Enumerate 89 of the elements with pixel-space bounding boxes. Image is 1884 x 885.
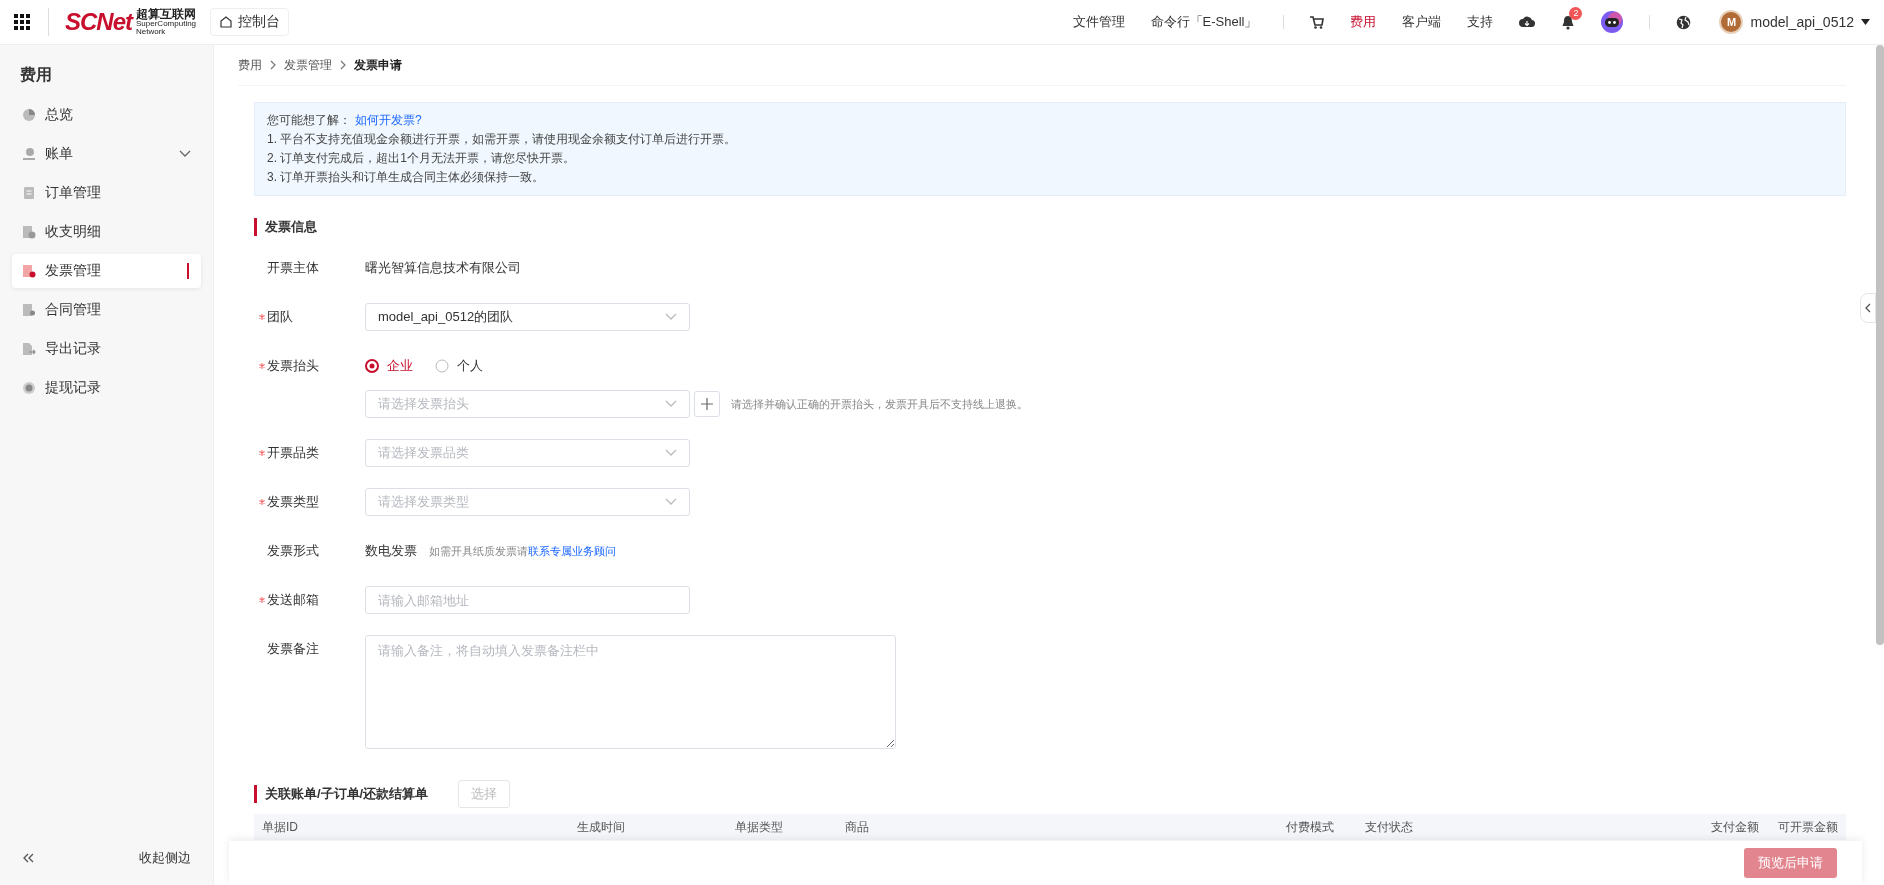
sidebar-item[interactable]: 提现记录 [12, 371, 201, 405]
pie-chart-icon [22, 108, 36, 122]
email-field[interactable]: 请输入邮箱地址 [365, 586, 690, 614]
chevron-down-icon [665, 449, 677, 457]
chevron-down-icon [665, 498, 677, 506]
nav-link[interactable]: 客户端 [1402, 13, 1442, 31]
caret-down-icon [1861, 19, 1870, 25]
sidebar-item[interactable]: 合同管理 [12, 293, 201, 327]
help-link[interactable]: 如何开发票? [355, 113, 422, 127]
hint-text: 如需开具纸质发票请 [429, 544, 528, 557]
invoice-icon [22, 264, 36, 278]
field-label: 开票主体 [267, 259, 320, 277]
notice-lead: 您可能想了解： [267, 113, 351, 127]
radio-unchecked-icon [435, 359, 449, 373]
column-header: 商品 [845, 818, 871, 836]
contact-link[interactable]: 联系专属业务顾问 [528, 544, 616, 557]
select-field[interactable]: model_api_0512的团队 [365, 303, 690, 331]
scrollbar[interactable] [1876, 45, 1884, 645]
logo-name: 超算互联网 [136, 8, 197, 20]
logo-tagline: Network [136, 28, 166, 36]
field-label: 发票形式 [267, 542, 320, 560]
sidebar-item[interactable]: 订单管理 [12, 176, 201, 210]
contract-icon [22, 303, 36, 317]
document-icon [22, 225, 36, 239]
sidebar-title: 费用 [19, 65, 53, 85]
chevron-right-icon [340, 60, 346, 70]
radio-option[interactable]: 个人 [435, 357, 483, 375]
user-name[interactable]: model_api_0512 [1750, 14, 1854, 30]
collapse-icon[interactable] [22, 853, 34, 863]
field-label: 发票备注 [267, 640, 320, 658]
sidebar-item[interactable]: 导出记录 [12, 332, 201, 366]
column-header: 单据类型 [734, 818, 784, 836]
nav-link[interactable]: 命令行「E-Shell」 [1150, 13, 1258, 31]
breadcrumb-link[interactable]: 费用 [238, 56, 262, 74]
clipboard-icon [22, 186, 36, 200]
sidebar-item[interactable]: 总览 [12, 98, 201, 132]
column-header: 可开票金额 [1776, 818, 1838, 836]
coin-icon [22, 381, 36, 395]
section-title: 发票信息 [254, 218, 317, 236]
field-label: 发票抬头 [267, 357, 320, 375]
notice-text: 3. 订单开票抬头和订单生成合同主体必须保持一致。 [267, 169, 546, 186]
nav-link[interactable]: 文件管理 [1072, 13, 1125, 31]
notice-text: 1. 平台不支持充值现金余额进行开票，如需开票，请使用现金余额支付订单后进行开票。 [267, 131, 738, 148]
column-header: 付费模式 [1286, 818, 1336, 836]
breadcrumb-current: 发票申请 [354, 56, 402, 74]
panel-toggle-handle[interactable] [1860, 293, 1876, 323]
chevron-down-icon [179, 150, 191, 158]
field-value: 曙光智算信息技术有限公司 [365, 259, 521, 277]
plus-icon [701, 398, 713, 410]
radio-checked-icon [365, 359, 379, 373]
field-label: 发送邮箱 [267, 591, 320, 609]
column-header: 支付金额 [1710, 818, 1760, 836]
cart-icon[interactable] [1310, 15, 1325, 29]
column-header: 生成时间 [577, 818, 627, 836]
remark-field[interactable]: 请输入备注，将自动填入发票备注栏中 [365, 635, 896, 749]
notice-text: 2. 订单支付完成后，超出1个月无法开票，请您尽快开票。 [267, 150, 576, 167]
console-button[interactable]: 控制台 [210, 8, 290, 36]
notification-badge: 2 [1569, 6, 1583, 20]
globe-icon[interactable] [1676, 14, 1692, 30]
hint-text: 请选择并确认正确的开票抬头，发票开具后不支持线上退换。 [731, 396, 1028, 412]
field-label: 开票品类 [267, 444, 320, 462]
nav-link[interactable]: 支持 [1467, 13, 1494, 31]
robot-avatar-icon[interactable] [1601, 11, 1624, 33]
collapse-sidebar-link[interactable]: 收起侧边 [139, 849, 191, 867]
user-icon [22, 147, 36, 161]
breadcrumb-link[interactable]: 发票管理 [284, 56, 332, 74]
cloud-download-icon[interactable] [1519, 16, 1536, 28]
chevron-right-icon [270, 60, 276, 70]
home-icon [219, 15, 234, 29]
sidebar-item[interactable]: 收支明细 [12, 215, 201, 249]
bell-icon[interactable] [1561, 14, 1576, 30]
chevron-down-icon [665, 400, 677, 408]
apps-grid-icon [14, 14, 30, 30]
chevron-down-icon [665, 313, 677, 321]
section-title: 关联账单/子订单/还款结算单 [254, 785, 429, 803]
logo-text: SCNet [65, 8, 132, 36]
field-value: 数电发票 [365, 542, 417, 560]
column-header: 单据ID [262, 818, 299, 836]
nav-link[interactable]: 费用 [1350, 13, 1377, 31]
user-avatar[interactable]: M [1719, 10, 1744, 34]
sidebar-item[interactable]: 发票管理 [12, 254, 201, 288]
sidebar-item[interactable]: 账单 [12, 137, 201, 171]
radio-option[interactable]: 企业 [365, 357, 413, 375]
logo-tagline: SuperComputing [136, 20, 197, 28]
column-header: 支付状态 [1365, 818, 1415, 836]
export-icon [22, 342, 36, 356]
chevron-left-icon [1865, 303, 1871, 313]
field-label: 发票类型 [267, 493, 320, 511]
field-label: 团队 [267, 308, 294, 326]
